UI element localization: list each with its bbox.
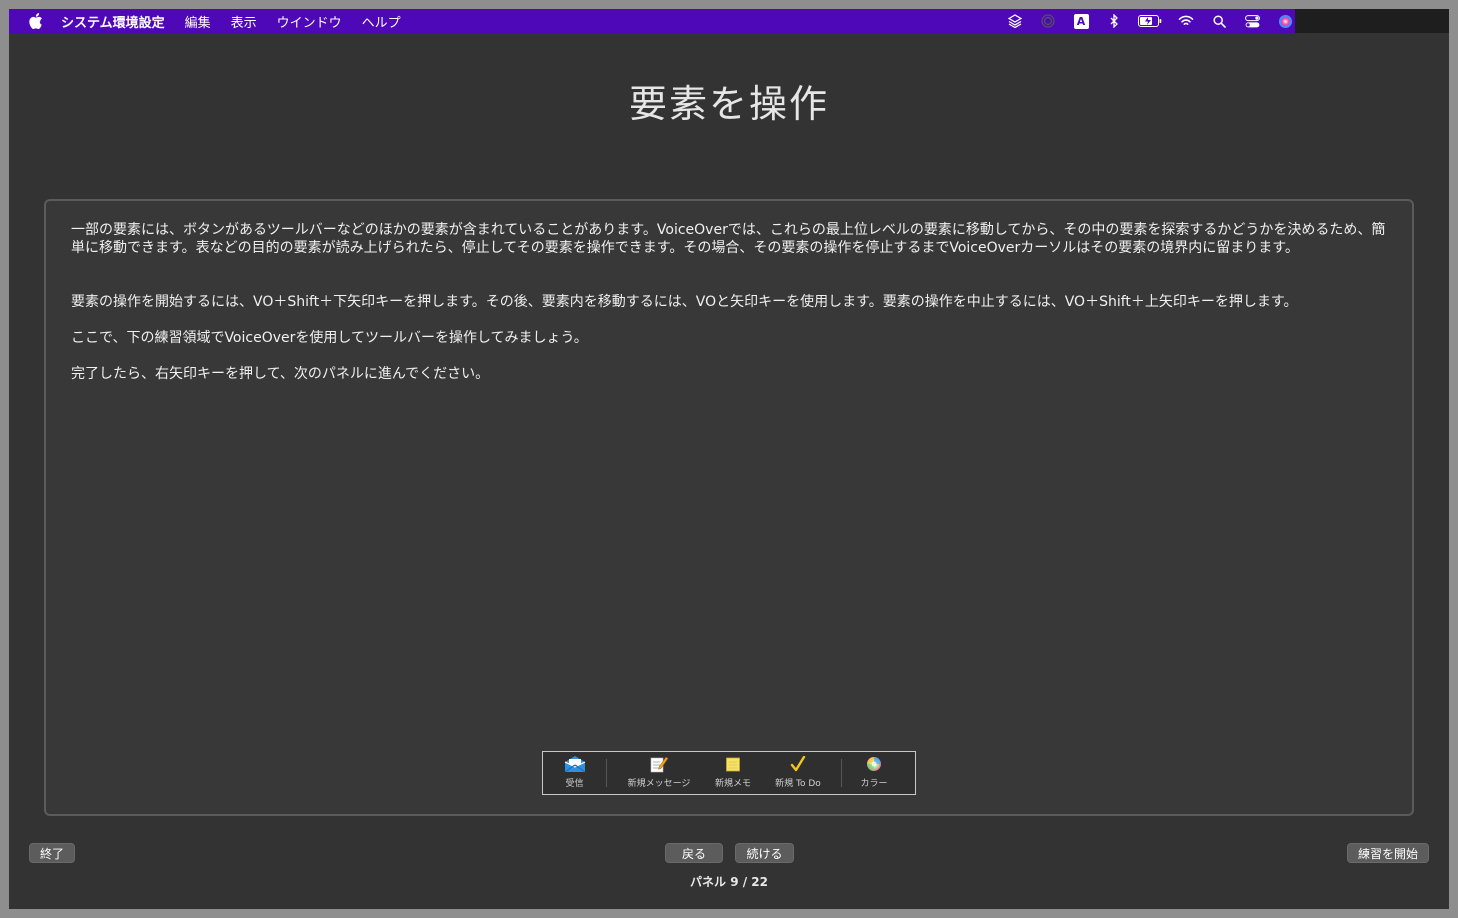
- menu-left: システム環境設定 編集 表示 ウインドウ ヘルプ: [9, 9, 421, 33]
- paragraph-intro: 一部の要素には、ボタンがあるツールバーなどのほかの要素が含まれていることがありま…: [71, 222, 1386, 256]
- toolbar-item-new-todo[interactable]: 新規 To Do: [755, 752, 841, 794]
- paragraph-instructions: 要素の操作を開始するには、VO＋Shift＋下矢印キーを押します。その後、要素内…: [71, 294, 1298, 310]
- toolbar-item-colors[interactable]: カラー: [842, 752, 906, 794]
- back-button[interactable]: 戻る: [665, 843, 723, 863]
- menu-app-name[interactable]: システム環境設定: [61, 12, 165, 31]
- paragraph-next: 完了したら、右矢印キーを押して、次のパネルに進んでください。: [71, 366, 490, 382]
- toolbar-item-new-message[interactable]: 新規メッセージ: [607, 752, 711, 794]
- paragraph-practice: ここで、下の練習領域でVoiceOverを使用してツールバーを操作してみましょう…: [71, 330, 588, 346]
- color-wheel-icon: [863, 754, 885, 774]
- bluetooth-icon[interactable]: [1104, 11, 1124, 31]
- toolbar-item-inbox[interactable]: 受信: [543, 752, 606, 794]
- menu-bar-redacted-area: [1295, 9, 1449, 33]
- menu-bar: システム環境設定 編集 表示 ウインドウ ヘルプ A: [9, 9, 1449, 33]
- spotlight-search-icon[interactable]: [1209, 11, 1229, 31]
- input-source-icon[interactable]: A: [1071, 11, 1091, 31]
- menu-edit[interactable]: 編集: [185, 12, 211, 31]
- apple-menu-icon[interactable]: [28, 13, 44, 29]
- control-center-icon[interactable]: [1242, 11, 1262, 31]
- toolbar-item-colors-label: カラー: [860, 779, 888, 789]
- toolbar-item-new-todo-label: 新規 To Do: [775, 779, 821, 789]
- toolbar-item-new-message-label: 新規メッセージ: [627, 779, 691, 789]
- menu-window[interactable]: ウインドウ: [277, 12, 342, 31]
- menu-view[interactable]: 表示: [231, 12, 257, 31]
- status-menus: A: [992, 9, 1295, 33]
- wifi-icon[interactable]: [1176, 11, 1196, 31]
- start-practice-button[interactable]: 練習を開始: [1347, 843, 1429, 863]
- practice-toolbar: 受信 新規メッセージ 新規メモ 新規 To Do カラー: [542, 751, 916, 795]
- toolbar-item-new-note[interactable]: 新規メモ: [711, 752, 755, 794]
- fingerprint-icon[interactable]: [1038, 11, 1058, 31]
- page-title: 要素を操作: [628, 82, 829, 126]
- toolbar-item-inbox-label: 受信: [565, 779, 584, 789]
- siri-icon[interactable]: [1275, 11, 1295, 31]
- toolbar-item-new-note-label: 新規メモ: [714, 779, 751, 789]
- battery-icon[interactable]: [1137, 11, 1163, 31]
- inbox-icon: [564, 754, 586, 774]
- quit-button[interactable]: 終了: [29, 843, 75, 863]
- panel-indicator: パネル 9 / 22: [690, 875, 768, 889]
- menu-help[interactable]: ヘルプ: [362, 12, 401, 31]
- continue-button[interactable]: 続ける: [735, 843, 794, 863]
- screen: システム環境設定 編集 表示 ウインドウ ヘルプ A 要素を操作 一部の要素には…: [9, 9, 1449, 909]
- checkmark-icon: [787, 754, 809, 774]
- compose-icon: [648, 754, 670, 774]
- content-panel: 一部の要素には、ボタンがあるツールバーなどのほかの要素が含まれていることがありま…: [44, 199, 1414, 816]
- input-source-label: A: [1073, 13, 1089, 29]
- layers-icon[interactable]: [1005, 11, 1025, 31]
- note-icon: [722, 754, 744, 774]
